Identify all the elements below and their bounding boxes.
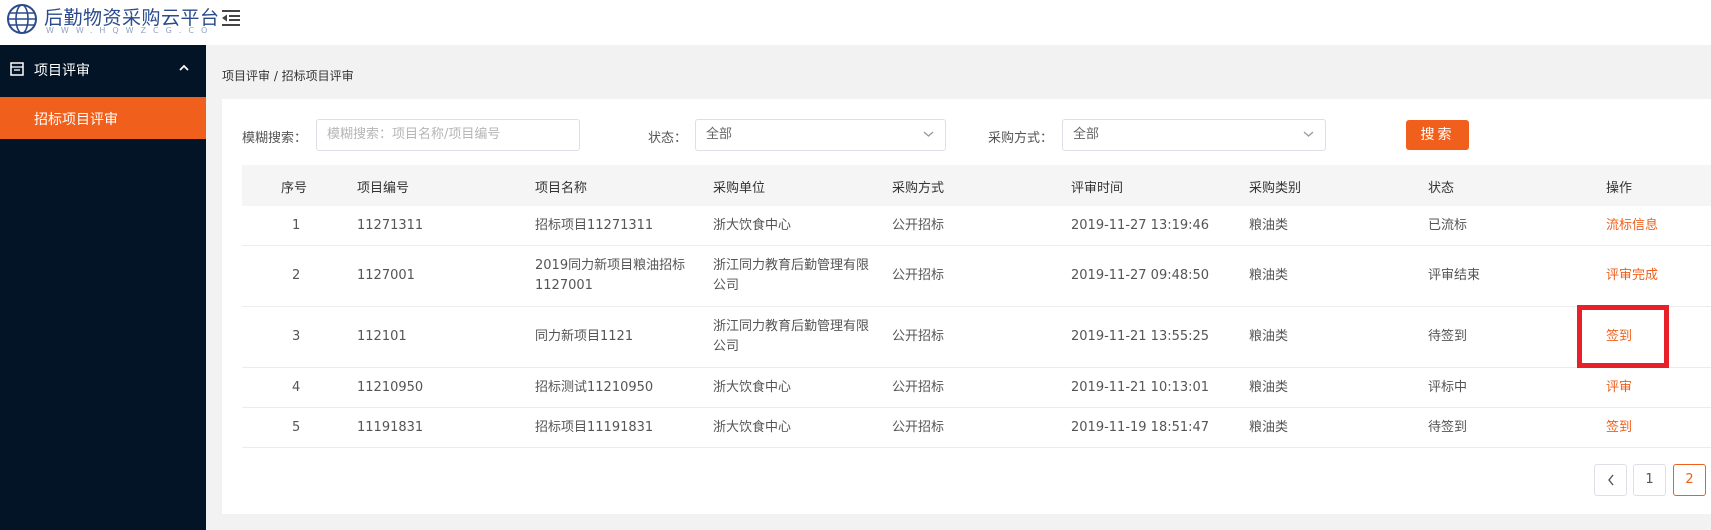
cell-status: 评标中 [1428,380,1468,395]
cell-status: 已流标 [1428,218,1468,233]
table-row: 4 11210950 招标测试11210950 浙大饮食中心 公开招标 2019… [242,368,1711,408]
column-header: 序号 [281,181,308,196]
cell-unit: 浙江同力教育后勤管理有限公司 [713,258,870,293]
form-icon [10,62,24,76]
cell-unit: 浙大饮食中心 [713,218,792,233]
method-select-value: 全部 [1073,127,1100,142]
cell-index: 5 [292,420,301,435]
table-row: 1 11271311 招标项目11271311 浙大饮食中心 公开招标 2019… [242,206,1711,246]
action-sign-in-link[interactable]: 签到 [1606,418,1632,438]
cell-time: 2019-11-19 18:51:47 [1071,420,1210,435]
cell-method: 公开招标 [892,329,945,344]
column-header: 项目编号 [357,181,410,196]
cell-name: 招标项目11271311 [535,218,654,233]
cell-name: 招标项目11191831 [535,420,654,435]
cell-method: 公开招标 [892,380,945,395]
top-bar: 后勤物资采购云平台 WWW.HQWZCG.CO [0,0,1711,45]
highlight-box [1577,305,1669,368]
sidebar-group-project-review[interactable]: 项目评审 [0,45,206,93]
cell-category: 粮油类 [1249,218,1289,233]
keyword-search-input[interactable]: 模糊搜索：项目名称/项目编号 [316,119,580,151]
cell-category: 粮油类 [1249,380,1289,395]
cell-category: 粮油类 [1249,329,1289,344]
cell-code: 11191831 [357,420,424,435]
table-row: 5 11191831 招标项目11191831 浙大饮食中心 公开招标 2019… [242,408,1711,448]
menu-fold-icon[interactable] [220,8,242,28]
page-button-2[interactable]: 2 [1673,464,1706,496]
action-bid-failure-info-link[interactable]: 流标信息 [1606,216,1658,236]
sidebar-item-bid-project-review[interactable]: 招标项目评审 [0,97,206,139]
cell-time: 2019-11-27 09:48:50 [1071,268,1210,283]
column-header: 评审时间 [1071,181,1124,196]
method-label: 采购方式： [988,131,1054,146]
prev-page-button[interactable] [1594,464,1627,496]
cell-method: 公开招标 [892,218,945,233]
brand-subtitle: WWW.HQWZCG.CO [46,26,215,35]
cell-time: 2019-11-27 13:19:46 [1071,218,1210,233]
sidebar-group-label: 项目评审 [34,63,90,79]
cell-status: 评审结束 [1428,268,1481,283]
cell-code: 11271311 [357,218,424,233]
table-row: 2 1127001 2019同力新项目粮油招标1127001 浙江同力教育后勤管… [242,246,1711,307]
status-select-value: 全部 [706,127,733,142]
cell-code: 1127001 [357,268,415,283]
table-header: 序号 项目编号 项目名称 采购单位 采购方式 评审时间 采购类别 状态 操作 [242,165,1711,206]
cell-name: 招标测试11210950 [535,380,654,395]
action-review-complete-link[interactable]: 评审完成 [1606,266,1658,286]
globe-logo-icon [7,4,37,34]
cell-unit: 浙大饮食中心 [713,420,792,435]
cell-method: 公开招标 [892,420,945,435]
cell-code: 11210950 [357,380,424,395]
sidebar-item-label: 招标项目评审 [34,112,118,128]
column-header: 采购方式 [892,181,945,196]
cell-code: 112101 [357,329,407,344]
chevron-down-icon [1303,131,1314,137]
keyword-label: 模糊搜索： [242,131,308,146]
column-header: 状态 [1428,181,1455,196]
cell-time: 2019-11-21 10:13:01 [1071,380,1210,395]
column-header: 操作 [1606,181,1633,196]
action-review-link[interactable]: 评审 [1606,378,1632,398]
page-button-1[interactable]: 1 [1633,464,1666,496]
cell-index: 3 [292,329,301,344]
cell-category: 粮油类 [1249,268,1289,283]
cell-name: 2019同力新项目粮油招标1127001 [535,258,686,293]
status-label: 状态： [648,131,688,146]
chevron-up-icon [179,64,189,71]
chevron-down-icon [923,131,934,137]
breadcrumb: 项目评审 / 招标项目评审 [222,69,354,83]
status-select[interactable]: 全部 [695,119,946,151]
search-button[interactable]: 搜索 [1406,120,1469,150]
chevron-left-icon [1607,474,1614,486]
column-header: 采购单位 [713,181,766,196]
sidebar: 项目评审 招标项目评审 [0,45,206,530]
cell-method: 公开招标 [892,268,945,283]
cell-time: 2019-11-21 13:55:25 [1071,329,1210,344]
cell-index: 4 [292,380,301,395]
table-row: 3 112101 同力新项目1121 浙江同力教育后勤管理有限公司 公开招标 2… [242,307,1711,368]
cell-index: 1 [292,218,301,233]
column-header: 项目名称 [535,181,588,196]
method-select[interactable]: 全部 [1062,119,1326,151]
cell-name: 同力新项目1121 [535,329,634,344]
cell-unit: 浙大饮食中心 [713,380,792,395]
cell-category: 粮油类 [1249,420,1289,435]
cell-status: 待签到 [1428,420,1468,435]
cell-unit: 浙江同力教育后勤管理有限公司 [713,319,870,354]
cell-index: 2 [292,268,301,283]
cell-status: 待签到 [1428,329,1468,344]
column-header: 采购类别 [1249,181,1302,196]
